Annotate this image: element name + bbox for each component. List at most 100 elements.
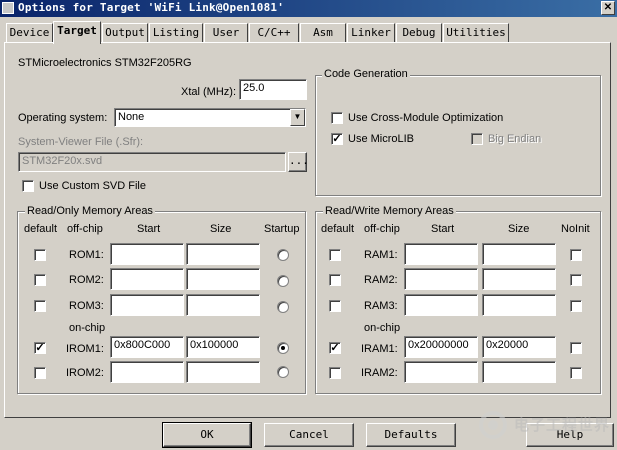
chevron-down-icon[interactable]: ▼ xyxy=(290,109,305,126)
rom3-default-checkbox[interactable] xyxy=(34,300,46,312)
iram1-start-input[interactable]: 0x20000000 xyxy=(404,336,478,358)
rom3-start-input[interactable] xyxy=(110,294,184,316)
iram2-noinit-checkbox[interactable] xyxy=(570,367,582,379)
irom1-default-checkbox[interactable]: ✓ xyxy=(34,342,46,354)
rom1-default-checkbox[interactable] xyxy=(34,249,46,261)
ro-header-startup: Startup xyxy=(264,223,300,235)
irom2-label: IROM2: xyxy=(66,367,104,379)
ram2-default-checkbox[interactable] xyxy=(329,274,341,286)
irom1-label: IROM1: xyxy=(66,343,104,355)
ram3-size-input[interactable] xyxy=(482,294,556,316)
ram2-label: RAM2: xyxy=(364,274,398,286)
tab-utilities[interactable]: Utilities xyxy=(443,23,509,43)
ro-header-default: default xyxy=(24,223,58,235)
title-bar: Options for Target 'WiFi Link@Open1081' … xyxy=(0,0,617,17)
xtal-label: Xtal (MHz): xyxy=(181,86,236,98)
iram1-label: IRAM1: xyxy=(361,343,398,355)
rw-header-size: Size xyxy=(508,223,530,235)
svd-file-input: STM32F20x.svd xyxy=(18,152,286,172)
ro-header-offchip: off-chip xyxy=(67,223,103,235)
rom2-startup-radio[interactable] xyxy=(277,275,289,287)
rw-onchip-label: on-chip xyxy=(364,322,401,334)
device-name: STMicroelectronics STM32F205RG xyxy=(18,57,192,69)
tab-output[interactable]: Output xyxy=(102,23,148,43)
tab-device[interactable]: Device xyxy=(6,23,53,43)
irom2-size-input[interactable] xyxy=(186,361,260,383)
microlib-label: Use MicroLIB xyxy=(348,133,415,145)
app-icon xyxy=(2,2,14,14)
rom2-default-checkbox[interactable] xyxy=(34,274,46,286)
irom2-start-input[interactable] xyxy=(110,361,184,383)
rw-header-offchip: off-chip xyxy=(364,223,400,235)
ok-button[interactable]: OK xyxy=(162,422,252,448)
iram1-noinit-checkbox[interactable] xyxy=(570,342,582,354)
rom1-start-input[interactable] xyxy=(110,243,184,265)
rom1-size-input[interactable] xyxy=(186,243,260,265)
rom1-startup-radio[interactable] xyxy=(277,249,289,261)
ram3-default-checkbox[interactable] xyxy=(329,300,341,312)
irom1-start-input[interactable]: 0x800C000 xyxy=(110,336,184,358)
tab-listing[interactable]: Listing xyxy=(149,23,203,43)
iram1-default-checkbox[interactable]: ✓ xyxy=(329,342,341,354)
ram1-default-checkbox[interactable] xyxy=(329,249,341,261)
rw-header-noinit: NoInit xyxy=(561,223,590,235)
watermark-logo: 电子工程世界 xyxy=(478,410,617,440)
microlib-checkbox[interactable]: ✓ xyxy=(331,133,343,145)
ram1-noinit-checkbox[interactable] xyxy=(570,249,582,261)
rom2-size-input[interactable] xyxy=(186,268,260,290)
ro-header-start: Start xyxy=(137,223,161,235)
code-generation-title: Code Generation xyxy=(322,68,410,80)
ram3-noinit-checkbox[interactable] xyxy=(570,300,582,312)
close-icon[interactable]: ✕ xyxy=(601,1,615,15)
ram3-start-input[interactable] xyxy=(404,294,478,316)
cancel-button[interactable]: Cancel xyxy=(264,423,354,447)
rom2-label: ROM2: xyxy=(69,274,104,286)
ro-header-size: Size xyxy=(210,223,232,235)
tab-debug[interactable]: Debug xyxy=(396,23,442,43)
rom3-startup-radio[interactable] xyxy=(277,301,289,313)
rw-header-start: Start xyxy=(431,223,455,235)
rom1-label: ROM1: xyxy=(69,249,104,261)
ram2-start-input[interactable] xyxy=(404,268,478,290)
iram2-label: IRAM2: xyxy=(361,367,398,379)
tab-target[interactable]: Target xyxy=(53,21,101,44)
ro-memory-title: Read/Only Memory Areas xyxy=(25,205,155,217)
big-endian-checkbox xyxy=(471,133,483,145)
ram3-label: RAM3: xyxy=(364,300,398,312)
irom2-default-checkbox[interactable] xyxy=(34,367,46,379)
custom-svd-checkbox[interactable] xyxy=(22,180,34,192)
tab-c-cpp[interactable]: C/C++ xyxy=(249,23,299,43)
os-value: None xyxy=(118,111,145,123)
iram2-size-input[interactable] xyxy=(482,361,556,383)
browse-button: ... xyxy=(288,152,309,172)
cross-module-checkbox[interactable] xyxy=(331,112,343,124)
defaults-button[interactable]: Defaults xyxy=(366,423,456,447)
iram2-start-input[interactable] xyxy=(404,361,478,383)
rom3-label: ROM3: xyxy=(69,300,104,312)
tab-asm[interactable]: Asm xyxy=(300,23,346,43)
rom3-size-input[interactable] xyxy=(186,294,260,316)
ram2-noinit-checkbox[interactable] xyxy=(570,274,582,286)
tab-user[interactable]: User xyxy=(204,23,248,43)
ram2-size-input[interactable] xyxy=(482,268,556,290)
os-label: Operating system: xyxy=(18,112,108,124)
rw-memory-title: Read/Write Memory Areas xyxy=(323,205,456,217)
os-select[interactable]: None xyxy=(114,108,306,127)
ram1-label: RAM1: xyxy=(364,249,398,261)
ram1-size-input[interactable] xyxy=(482,243,556,265)
ram1-start-input[interactable] xyxy=(404,243,478,265)
radio-selected-dot xyxy=(281,346,285,350)
custom-svd-label: Use Custom SVD File xyxy=(39,180,146,192)
xtal-input[interactable]: 25.0 xyxy=(239,79,307,100)
iram2-default-checkbox[interactable] xyxy=(329,367,341,379)
window-title: Options for Target 'WiFi Link@Open1081' xyxy=(18,1,285,14)
irom1-size-input[interactable]: 0x100000 xyxy=(186,336,260,358)
irom1-startup-radio[interactable] xyxy=(277,342,289,354)
tab-linker[interactable]: Linker xyxy=(347,23,395,43)
rom2-start-input[interactable] xyxy=(110,268,184,290)
iram1-size-input[interactable]: 0x20000 xyxy=(482,336,556,358)
watermark-text: 电子工程世界 xyxy=(514,416,611,434)
svd-label: System-Viewer File (.Sfr): xyxy=(18,136,144,148)
cross-module-label: Use Cross-Module Optimization xyxy=(348,112,504,124)
irom2-startup-radio[interactable] xyxy=(277,366,289,378)
